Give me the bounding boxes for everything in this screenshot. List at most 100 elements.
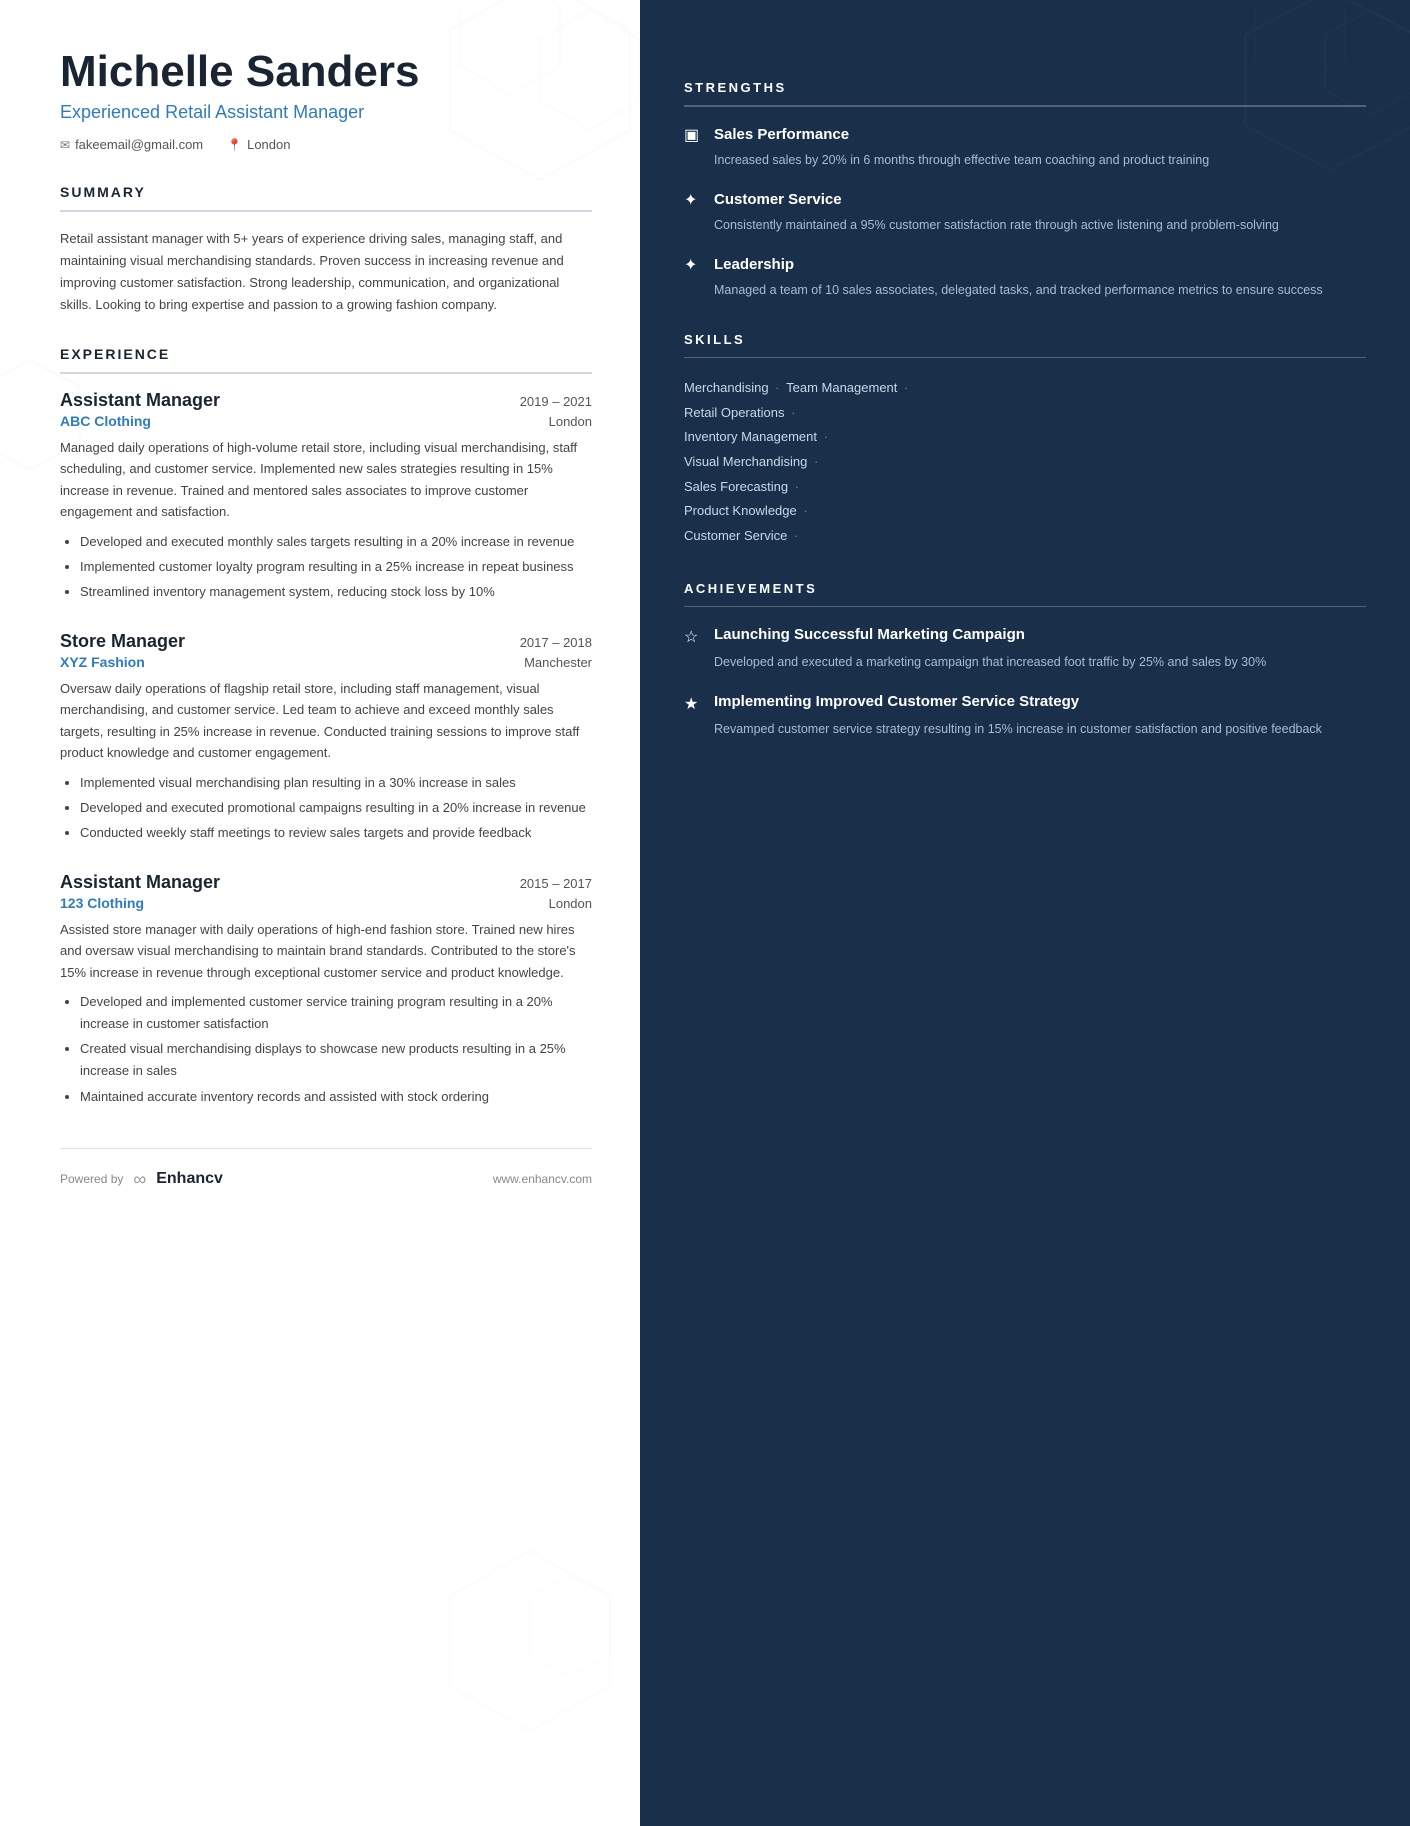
exp-bullets: Developed and implemented customer servi…	[60, 991, 592, 1107]
hex-decoration-1	[430, 0, 640, 215]
exp-location: London	[549, 414, 592, 429]
exp-role: Assistant Manager	[60, 872, 220, 893]
achievements-section-title: ACHIEVEMENTS	[684, 581, 1366, 596]
exp-location: London	[549, 896, 592, 911]
achievements-container: ☆ Launching Successful Marketing Campaig…	[684, 625, 1366, 739]
achievement-icon: ★	[684, 694, 704, 714]
skills-section-title: SKILLS	[684, 332, 1366, 347]
powered-by-text: Powered by	[60, 1172, 123, 1186]
skill-item: Product Knowledge	[684, 503, 797, 518]
strength-icon: ✦	[684, 190, 704, 210]
exp-header-row: Store Manager 2017 – 2018	[60, 631, 592, 652]
bullet-item: Conducted weekly staff meetings to revie…	[80, 822, 592, 844]
strength-name: Leadership	[714, 256, 794, 273]
skill-item: Merchandising	[684, 380, 769, 395]
bullet-item: Maintained accurate inventory records an…	[80, 1086, 592, 1108]
exp-description: Assisted store manager with daily operat…	[60, 919, 592, 983]
skill-separator: ·	[900, 380, 908, 395]
achievement-header: ★ Implementing Improved Customer Service…	[684, 692, 1366, 714]
skill-item: Retail Operations	[684, 405, 784, 420]
exp-dates: 2015 – 2017	[520, 876, 592, 891]
bullet-item: Created visual merchandising displays to…	[80, 1038, 592, 1082]
summary-text: Retail assistant manager with 5+ years o…	[60, 228, 592, 316]
exp-company: 123 Clothing	[60, 895, 144, 911]
skill-item: Inventory Management	[684, 429, 817, 444]
footer-website: www.enhancv.com	[493, 1172, 592, 1186]
skill-line-6: Customer Service ·	[684, 524, 1366, 549]
strength-icon: ▣	[684, 125, 704, 145]
experience-container: Assistant Manager 2019 – 2021 ABC Clothi…	[60, 390, 592, 1108]
exp-company: XYZ Fashion	[60, 654, 145, 670]
skill-separator: ·	[791, 479, 799, 494]
skill-item: Sales Forecasting	[684, 479, 788, 494]
skill-line-5: Product Knowledge ·	[684, 499, 1366, 524]
skill-separator: ·	[772, 380, 784, 395]
skill-separator: ·	[790, 528, 798, 543]
footer: Powered by ∞ Enhancv www.enhancv.com	[60, 1148, 592, 1190]
exp-header-row: Assistant Manager 2019 – 2021	[60, 390, 592, 411]
achievements-divider	[684, 606, 1366, 608]
bullet-item: Developed and executed monthly sales tar…	[80, 531, 592, 553]
skill-separator: ·	[787, 405, 795, 420]
strength-desc: Managed a team of 10 sales associates, d…	[684, 280, 1366, 300]
strength-name: Sales Performance	[714, 126, 849, 143]
skill-separator: ·	[800, 503, 808, 518]
exp-header-row: Assistant Manager 2015 – 2017	[60, 872, 592, 893]
bullet-item: Developed and implemented customer servi…	[80, 991, 592, 1035]
exp-bullets: Developed and executed monthly sales tar…	[60, 531, 592, 603]
experience-section-title: EXPERIENCE	[60, 346, 592, 362]
skill-line-3: Visual Merchandising ·	[684, 450, 1366, 475]
skill-item: Visual Merchandising	[684, 454, 807, 469]
exp-description: Managed daily operations of high-volume …	[60, 437, 592, 523]
exp-description: Oversaw daily operations of flagship ret…	[60, 678, 592, 764]
hex-decoration-2	[440, 1541, 620, 1746]
experience-entry-0: Assistant Manager 2019 – 2021 ABC Clothi…	[60, 390, 592, 603]
skill-line-1: Retail Operations ·	[684, 401, 1366, 426]
skill-item: Customer Service	[684, 528, 787, 543]
location-contact: 📍 London	[227, 137, 290, 152]
strength-icon: ✦	[684, 255, 704, 275]
hex-decoration-3	[0, 350, 90, 495]
achievement-item-1: ★ Implementing Improved Customer Service…	[684, 692, 1366, 739]
bullet-item: Streamlined inventory management system,…	[80, 581, 592, 603]
achievement-name: Launching Successful Marketing Campaign	[714, 625, 1025, 645]
achievement-item-0: ☆ Launching Successful Marketing Campaig…	[684, 625, 1366, 672]
skill-line-2: Inventory Management ·	[684, 425, 1366, 450]
email-contact: ✉ fakeemail@gmail.com	[60, 137, 203, 152]
skill-item: Team Management	[786, 380, 897, 395]
skill-line-0: Merchandising · Team Management ·	[684, 376, 1366, 401]
experience-entry-1: Store Manager 2017 – 2018 XYZ Fashion Ma…	[60, 631, 592, 844]
achievement-desc: Revamped customer service strategy resul…	[684, 719, 1366, 739]
achievement-header: ☆ Launching Successful Marketing Campaig…	[684, 625, 1366, 647]
exp-dates: 2017 – 2018	[520, 635, 592, 650]
email-text: fakeemail@gmail.com	[75, 137, 203, 152]
exp-company-row: ABC Clothing London	[60, 413, 592, 429]
skill-separator: ·	[810, 454, 818, 469]
strength-item-2: ✦ Leadership Managed a team of 10 sales …	[684, 255, 1366, 300]
exp-location: Manchester	[524, 655, 592, 670]
email-icon: ✉	[60, 138, 70, 152]
strength-name: Customer Service	[714, 191, 842, 208]
footer-logo: Enhancv	[156, 1170, 223, 1188]
skill-line-4: Sales Forecasting ·	[684, 475, 1366, 500]
left-column: Michelle Sanders Experienced Retail Assi…	[0, 0, 640, 1826]
strength-header: ✦ Leadership	[684, 255, 1366, 275]
experience-entry-2: Assistant Manager 2015 – 2017 123 Clothi…	[60, 872, 592, 1108]
bullet-item: Implemented visual merchandising plan re…	[80, 772, 592, 794]
achievement-name: Implementing Improved Customer Service S…	[714, 692, 1079, 712]
exp-bullets: Implemented visual merchandising plan re…	[60, 772, 592, 844]
exp-company-row: 123 Clothing London	[60, 895, 592, 911]
skills-container: Merchandising · Team Management · Retail…	[684, 376, 1366, 549]
exp-dates: 2019 – 2021	[520, 394, 592, 409]
exp-role: Store Manager	[60, 631, 185, 652]
right-column: STRENGTHS ▣ Sales Performance Increased …	[640, 0, 1410, 1826]
achievement-desc: Developed and executed a marketing campa…	[684, 652, 1366, 672]
bullet-item: Developed and executed promotional campa…	[80, 797, 592, 819]
footer-left: Powered by ∞ Enhancv	[60, 1169, 223, 1190]
bullet-item: Implemented customer loyalty program res…	[80, 556, 592, 578]
location-icon: 📍	[227, 138, 242, 152]
experience-divider	[60, 372, 592, 374]
skills-divider	[684, 357, 1366, 359]
location-text: London	[247, 137, 290, 152]
strength-desc: Consistently maintained a 95% customer s…	[684, 215, 1366, 235]
